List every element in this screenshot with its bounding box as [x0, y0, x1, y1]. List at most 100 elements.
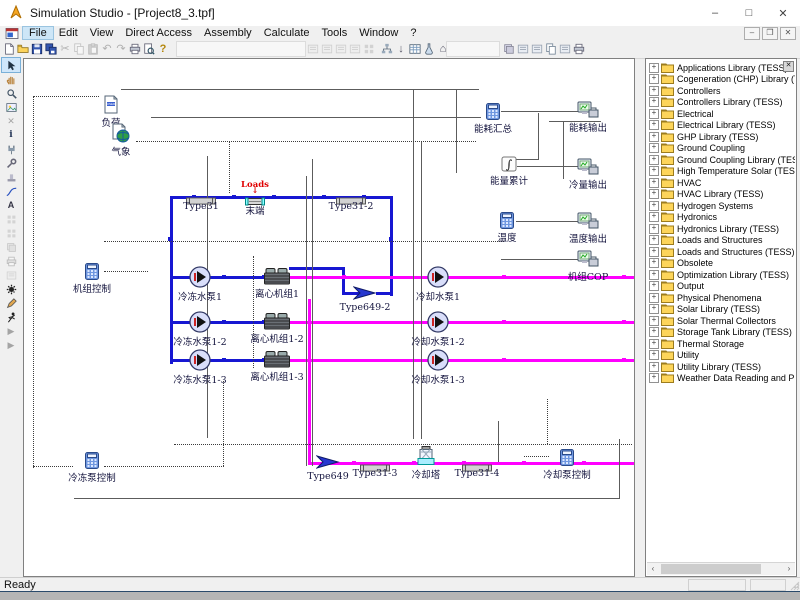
run-tool[interactable] — [2, 310, 20, 324]
expand-icon[interactable]: + — [649, 86, 659, 96]
library-item-solar-thermal-collectors[interactable]: +Solar Thermal Collectors — [647, 315, 795, 327]
probe-tool[interactable] — [2, 296, 20, 310]
connection-line[interactable] — [547, 399, 548, 444]
import-button[interactable]: ↓ — [394, 42, 408, 57]
scale-button[interactable] — [348, 42, 362, 57]
connection-line[interactable] — [74, 498, 619, 499]
expand-icon[interactable]: + — [649, 373, 659, 383]
library-item-storage-tank-library-tess[interactable]: +Storage Tank Library (TESS) — [647, 327, 795, 339]
connection-line[interactable] — [619, 439, 620, 499]
library-item-solar-library-tess[interactable]: +Solar Library (TESS) — [647, 304, 795, 316]
show-grid-button[interactable] — [502, 42, 516, 57]
minimize-button[interactable]: – — [698, 0, 732, 26]
expand-icon[interactable]: + — [649, 258, 659, 268]
expand-icon[interactable]: + — [649, 120, 659, 130]
copy-tool[interactable] — [2, 170, 20, 184]
panel-close-button[interactable]: ✕ — [783, 61, 794, 72]
connection-line[interactable] — [104, 271, 148, 272]
connection-line[interactable] — [456, 89, 457, 173]
fit-height-button[interactable] — [320, 42, 334, 57]
cut-button[interactable]: ✂ — [58, 42, 72, 57]
align-right-tool[interactable] — [2, 226, 20, 240]
copy-button[interactable] — [72, 42, 86, 57]
menu-file[interactable]: File — [23, 27, 53, 39]
library-item-electrical[interactable]: +Electrical — [647, 108, 795, 120]
expand-icon[interactable]: + — [649, 350, 659, 360]
connection-line[interactable] — [563, 121, 564, 179]
connection-line[interactable] — [104, 241, 504, 242]
show-layers-button[interactable] — [544, 42, 558, 57]
scroll-left-arrow[interactable]: ‹ — [647, 563, 659, 575]
connection-line[interactable] — [342, 267, 345, 295]
library-item-hvac-library-tess[interactable]: +HVAC Library (TESS) — [647, 189, 795, 201]
connection-line[interactable] — [289, 267, 345, 270]
library-item-high-temperature-solar-tess[interactable]: +High Temperature Solar (TESS) — [647, 166, 795, 178]
library-item-hydronics[interactable]: +Hydronics — [647, 212, 795, 224]
save-button[interactable] — [30, 42, 44, 57]
close-button[interactable]: ✕ — [766, 0, 800, 26]
library-item-applications-library-tess[interactable]: +Applications Library (TESS) — [647, 62, 795, 74]
zoom-window-tool[interactable] — [2, 100, 20, 114]
select-tool[interactable] — [2, 58, 20, 72]
expand-icon[interactable]: + — [649, 132, 659, 142]
connection-line[interactable] — [121, 89, 479, 90]
menu-tools[interactable]: Tools — [316, 27, 354, 39]
connection-line[interactable] — [174, 444, 632, 445]
library-item-controllers[interactable]: +Controllers — [647, 85, 795, 97]
menu-help[interactable]: ? — [404, 27, 422, 39]
new-button[interactable] — [2, 42, 16, 57]
redo-button[interactable]: ↷ — [114, 42, 128, 57]
library-item-ground-coupling[interactable]: +Ground Coupling — [647, 143, 795, 155]
connection-line[interactable] — [104, 466, 224, 467]
fit-width-button[interactable] — [306, 42, 320, 57]
expand-icon[interactable]: + — [649, 189, 659, 199]
connection-line[interactable] — [308, 299, 311, 464]
undo-button[interactable]: ↶ — [100, 42, 114, 57]
expand-icon[interactable]: + — [649, 178, 659, 188]
delete-tool[interactable]: ✕ — [2, 114, 20, 128]
layer-tool[interactable] — [2, 240, 20, 254]
info-tool[interactable]: i — [2, 128, 20, 142]
expand-icon[interactable]: + — [649, 212, 659, 222]
connection-line[interactable] — [498, 421, 499, 462]
tile-button[interactable] — [362, 42, 376, 57]
menu-calculate[interactable]: Calculate — [258, 27, 316, 39]
connection-line[interactable] — [312, 159, 313, 466]
connection-line[interactable] — [524, 456, 549, 457]
connection-line[interactable] — [33, 96, 34, 468]
expand-icon[interactable]: + — [649, 362, 659, 372]
library-item-optimization-library-tess[interactable]: +Optimization Library (TESS) — [647, 269, 795, 281]
library-item-ghp-library-tess[interactable]: +GHP Library (TESS) — [647, 131, 795, 143]
expand-icon[interactable]: + — [649, 247, 659, 257]
expand-icon[interactable]: + — [649, 327, 659, 337]
library-item-hydrogen-systems[interactable]: +Hydrogen Systems — [647, 200, 795, 212]
building-button[interactable]: ⌂ — [436, 42, 450, 57]
play-tool-1[interactable]: ▶ — [2, 324, 20, 338]
connection-tool[interactable] — [2, 184, 20, 198]
expand-icon[interactable]: + — [649, 224, 659, 234]
menu-window[interactable]: Window — [353, 27, 404, 39]
library-item-ground-coupling-library-tess[interactable]: +Ground Coupling Library (TESS) — [647, 154, 795, 166]
mdi-close-button[interactable]: ✕ — [780, 27, 796, 40]
scroll-thumb[interactable] — [661, 564, 761, 574]
connection-line[interactable] — [390, 196, 393, 296]
expand-icon[interactable]: + — [649, 270, 659, 280]
connection-line[interactable] — [538, 113, 539, 159]
connection-line[interactable] — [289, 321, 635, 324]
expand-icon[interactable]: + — [649, 235, 659, 245]
show-links-button[interactable] — [530, 42, 544, 57]
expand-icon[interactable]: + — [649, 339, 659, 349]
connection-line[interactable] — [151, 117, 481, 118]
show-print-button[interactable] — [572, 42, 586, 57]
align-left-tool[interactable] — [2, 212, 20, 226]
library-item-loads-and-structures[interactable]: +Loads and Structures — [647, 235, 795, 247]
library-item-output[interactable]: +Output — [647, 281, 795, 293]
mdi-restore-button[interactable]: ❐ — [762, 27, 778, 40]
expand-icon[interactable]: + — [649, 143, 659, 153]
direct-access-button[interactable] — [380, 42, 394, 57]
expand-icon[interactable]: + — [649, 166, 659, 176]
new-component-button[interactable] — [422, 42, 436, 57]
expand-icon[interactable]: + — [649, 109, 659, 119]
expand-icon[interactable]: + — [649, 201, 659, 211]
connection-line[interactable] — [33, 96, 99, 97]
